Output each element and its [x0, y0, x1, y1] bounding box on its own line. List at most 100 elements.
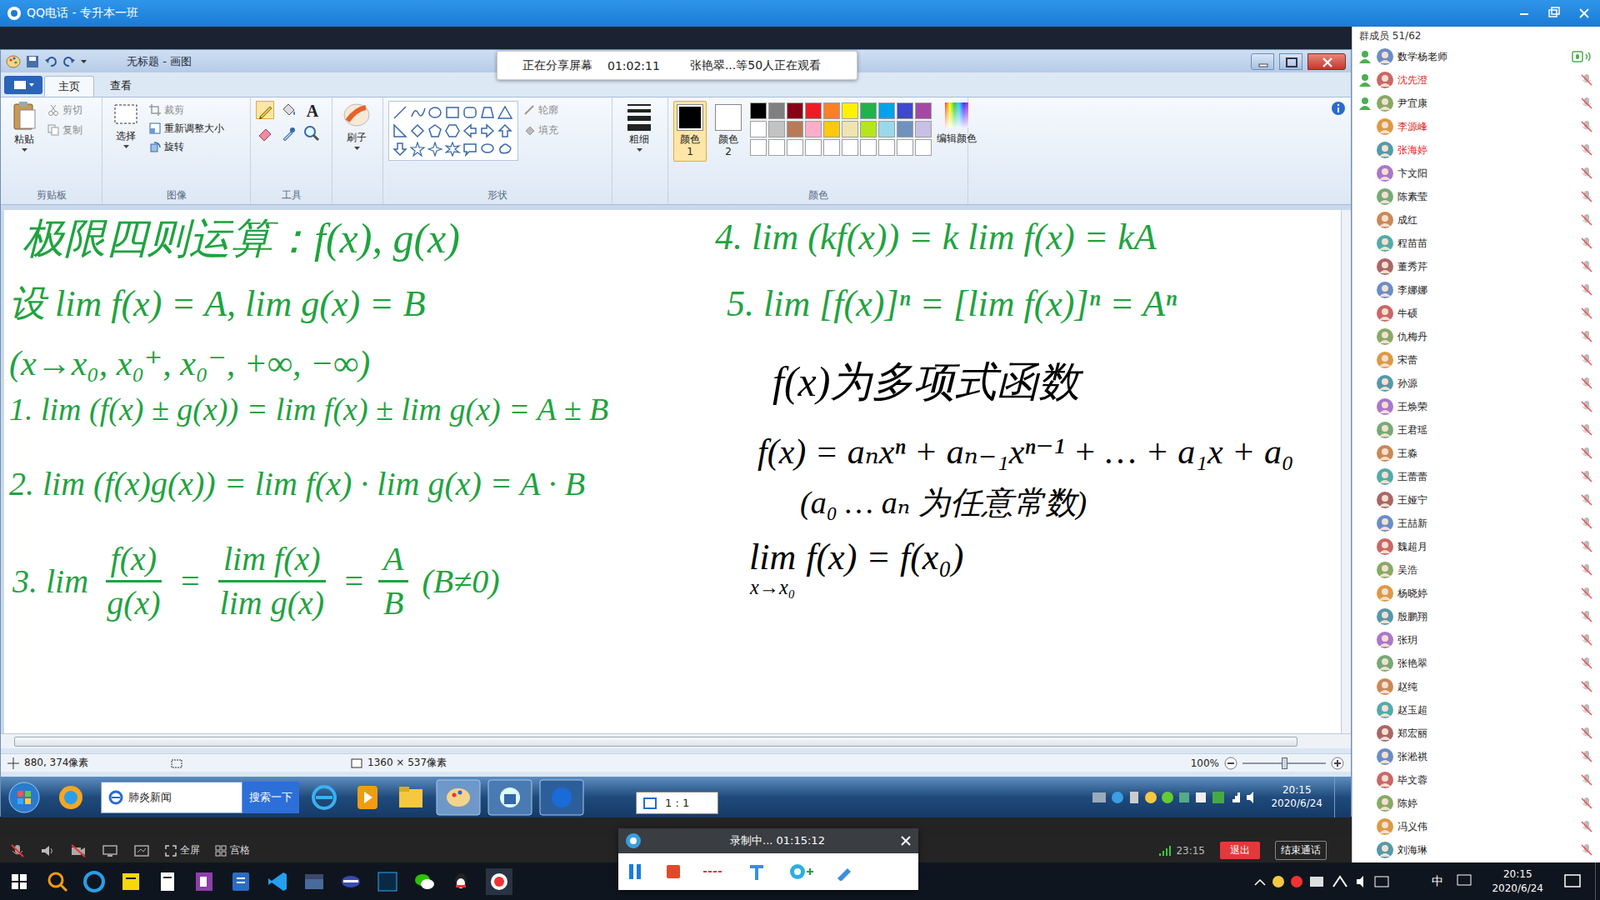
member-row[interactable]: 尹宜康: [1352, 91, 1600, 115]
brushes-button[interactable]: 刷子: [337, 100, 376, 150]
member-row[interactable]: 仇梅丹: [1352, 325, 1600, 349]
shape-icon[interactable]: [427, 123, 445, 139]
vertical-scrollbar[interactable]: [1340, 210, 1351, 734]
show-desktop[interactable]: [1334, 776, 1345, 818]
member-row[interactable]: 牛硕: [1352, 301, 1600, 325]
member-row[interactable]: 王娅宁: [1352, 488, 1600, 512]
shape-icon[interactable]: [497, 123, 515, 139]
palette-swatch[interactable]: [915, 139, 932, 156]
palette-swatch[interactable]: [768, 102, 785, 120]
shape-icon[interactable]: [480, 105, 497, 120]
shape-icon[interactable]: [427, 141, 445, 157]
tool-icon[interactable]: [746, 861, 767, 882]
palette-swatch[interactable]: [805, 120, 822, 138]
member-row[interactable]: 孙源: [1352, 371, 1600, 395]
horizontal-scrollbar[interactable]: [0, 733, 1351, 749]
shape-icon[interactable]: [392, 141, 410, 157]
ribbon-item[interactable]: 重新调整大小: [149, 119, 225, 138]
shape-icon[interactable]: [392, 123, 410, 139]
member-row[interactable]: 刘海琳: [1352, 838, 1600, 862]
shape-icon[interactable]: [480, 123, 497, 139]
end-call-button[interactable]: 结束通话: [1275, 840, 1327, 860]
shape-icon[interactable]: [497, 105, 515, 120]
palette-swatch[interactable]: [750, 139, 767, 156]
member-row[interactable]: 张海婷: [1352, 138, 1600, 162]
shape-icon[interactable]: [462, 141, 480, 157]
palette-swatch[interactable]: [786, 139, 804, 156]
palette-swatch[interactable]: [750, 120, 767, 138]
shape-icon[interactable]: [480, 141, 497, 157]
shape-icon[interactable]: [462, 105, 480, 120]
size-button[interactable]: 粗细: [617, 100, 661, 152]
eraser-icon[interactable]: [255, 124, 275, 143]
shape-icon[interactable]: [427, 105, 445, 120]
audio-level-icon[interactable]: [703, 869, 725, 875]
palette-swatch[interactable]: [841, 139, 859, 156]
palette-swatch[interactable]: [896, 139, 914, 156]
zoom-thumb[interactable]: [1281, 757, 1288, 770]
palette-swatch[interactable]: [786, 102, 804, 120]
magnifier-icon[interactable]: [302, 124, 321, 143]
member-row[interactable]: 赵纯: [1352, 675, 1600, 699]
fill-icon[interactable]: [279, 100, 298, 120]
palette-swatch[interactable]: [768, 139, 785, 156]
member-row[interactable]: 赵玉超: [1352, 698, 1600, 722]
search-button[interactable]: 搜索一下: [242, 781, 300, 814]
color2-button[interactable]: 颜色 2: [711, 100, 745, 162]
shape-icon[interactable]: [462, 123, 480, 139]
palette-swatch[interactable]: [786, 120, 804, 138]
member-row[interactable]: 王淼: [1352, 441, 1600, 465]
palette-swatch[interactable]: [915, 102, 932, 120]
palette-swatch[interactable]: [896, 102, 914, 120]
fullscreen-button[interactable]: 全屏: [165, 843, 200, 858]
member-row[interactable]: 张艳翠: [1352, 651, 1600, 675]
pen-icon[interactable]: [835, 862, 854, 881]
palette-swatch[interactable]: [768, 120, 785, 138]
pencil-icon[interactable]: [255, 100, 275, 120]
paste-button[interactable]: 粘贴: [5, 100, 43, 152]
palette-swatch[interactable]: [878, 120, 895, 138]
member-row[interactable]: 王蕾蕾: [1352, 465, 1600, 489]
palette-swatch[interactable]: [805, 102, 822, 120]
member-row[interactable]: 殷鹏翔: [1352, 605, 1600, 629]
edit-colors-button[interactable]: 编辑颜色: [936, 100, 977, 146]
member-row[interactable]: 沈先澄: [1352, 68, 1600, 92]
select-button[interactable]: 选择: [107, 100, 145, 149]
scroll-thumb[interactable]: [14, 736, 1298, 747]
shape-icon[interactable]: [410, 123, 427, 139]
member-row[interactable]: 杨晓婷: [1352, 581, 1600, 605]
member-row[interactable]: 成红: [1352, 208, 1600, 232]
palette-swatch[interactable]: [823, 102, 840, 120]
palette-swatch[interactable]: [823, 139, 840, 156]
member-row[interactable]: 王焕荣: [1352, 395, 1600, 419]
palette-swatch[interactable]: [896, 120, 914, 138]
member-row[interactable]: 程苗苗: [1352, 231, 1600, 255]
member-row[interactable]: 王喆新: [1352, 511, 1600, 535]
member-row[interactable]: 陈婷: [1352, 791, 1600, 815]
member-row[interactable]: 张玥: [1352, 628, 1600, 652]
shape-icon[interactable]: [410, 141, 427, 157]
palette-swatch[interactable]: [841, 102, 859, 120]
member-row[interactable]: 卞文阳: [1352, 161, 1600, 185]
member-row[interactable]: 李娜娜: [1352, 278, 1600, 302]
palette-swatch[interactable]: [878, 139, 895, 156]
shape-icon[interactable]: [410, 105, 427, 120]
shape-icon[interactable]: [445, 105, 462, 120]
palette-swatch[interactable]: [823, 120, 840, 138]
member-row[interactable]: 毕文蓉: [1352, 768, 1600, 792]
member-row[interactable]: 吴浩: [1352, 558, 1600, 582]
ribbon-tab[interactable]: 查看: [95, 75, 146, 97]
member-row[interactable]: 张淞祺: [1352, 745, 1600, 769]
member-row[interactable]: 冯义伟: [1352, 815, 1600, 839]
webcam-add-icon[interactable]: [788, 861, 814, 882]
grid-view-button[interactable]: 宫格: [215, 843, 250, 858]
member-row[interactable]: 宋蕾: [1352, 348, 1600, 372]
shape-icon[interactable]: [392, 105, 410, 120]
member-row[interactable]: 数学杨老师: [1352, 45, 1600, 69]
palette-swatch[interactable]: [805, 139, 822, 156]
color-picker-icon[interactable]: [279, 124, 298, 143]
member-row[interactable]: 陈素莹: [1352, 185, 1600, 209]
member-row[interactable]: 李源峰: [1352, 115, 1600, 139]
palette-swatch[interactable]: [860, 102, 877, 120]
member-row[interactable]: 魏超月: [1352, 535, 1600, 559]
